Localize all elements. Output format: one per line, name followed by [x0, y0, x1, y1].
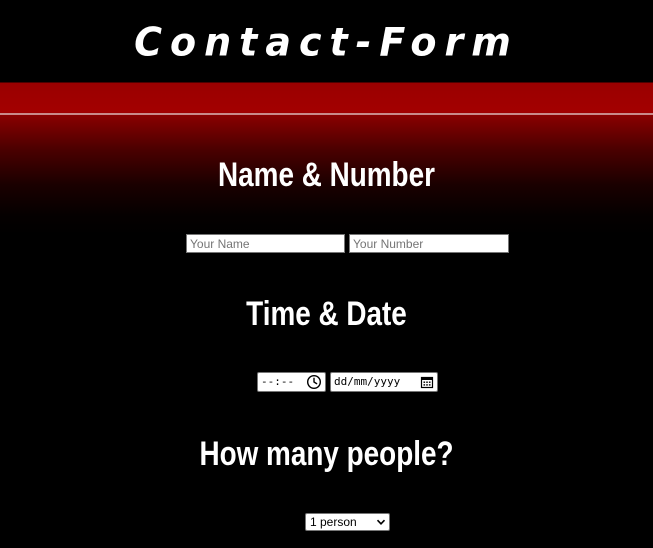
clock-icon[interactable]: [306, 374, 322, 390]
date-input-value: dd/mm/yyyy: [334, 375, 401, 388]
calendar-icon[interactable]: [420, 375, 434, 389]
page-title: Contact-Form: [134, 19, 519, 65]
people-select[interactable]: 1 person: [305, 513, 390, 531]
people-select-value: 1 person: [310, 515, 357, 529]
header-divider: [0, 113, 653, 115]
name-number-heading: Name & Number: [218, 156, 435, 194]
chevron-down-icon: [376, 519, 386, 525]
time-input[interactable]: --:--: [257, 372, 326, 392]
time-input-value: --:--: [261, 375, 295, 388]
page: Contact-Form Name & Number Time & Date -…: [0, 0, 653, 548]
number-input[interactable]: [349, 234, 509, 253]
people-heading: How many people?: [199, 435, 454, 473]
time-date-heading: Time & Date: [246, 295, 407, 333]
date-input[interactable]: dd/mm/yyyy: [330, 372, 438, 392]
name-input[interactable]: [186, 234, 345, 253]
